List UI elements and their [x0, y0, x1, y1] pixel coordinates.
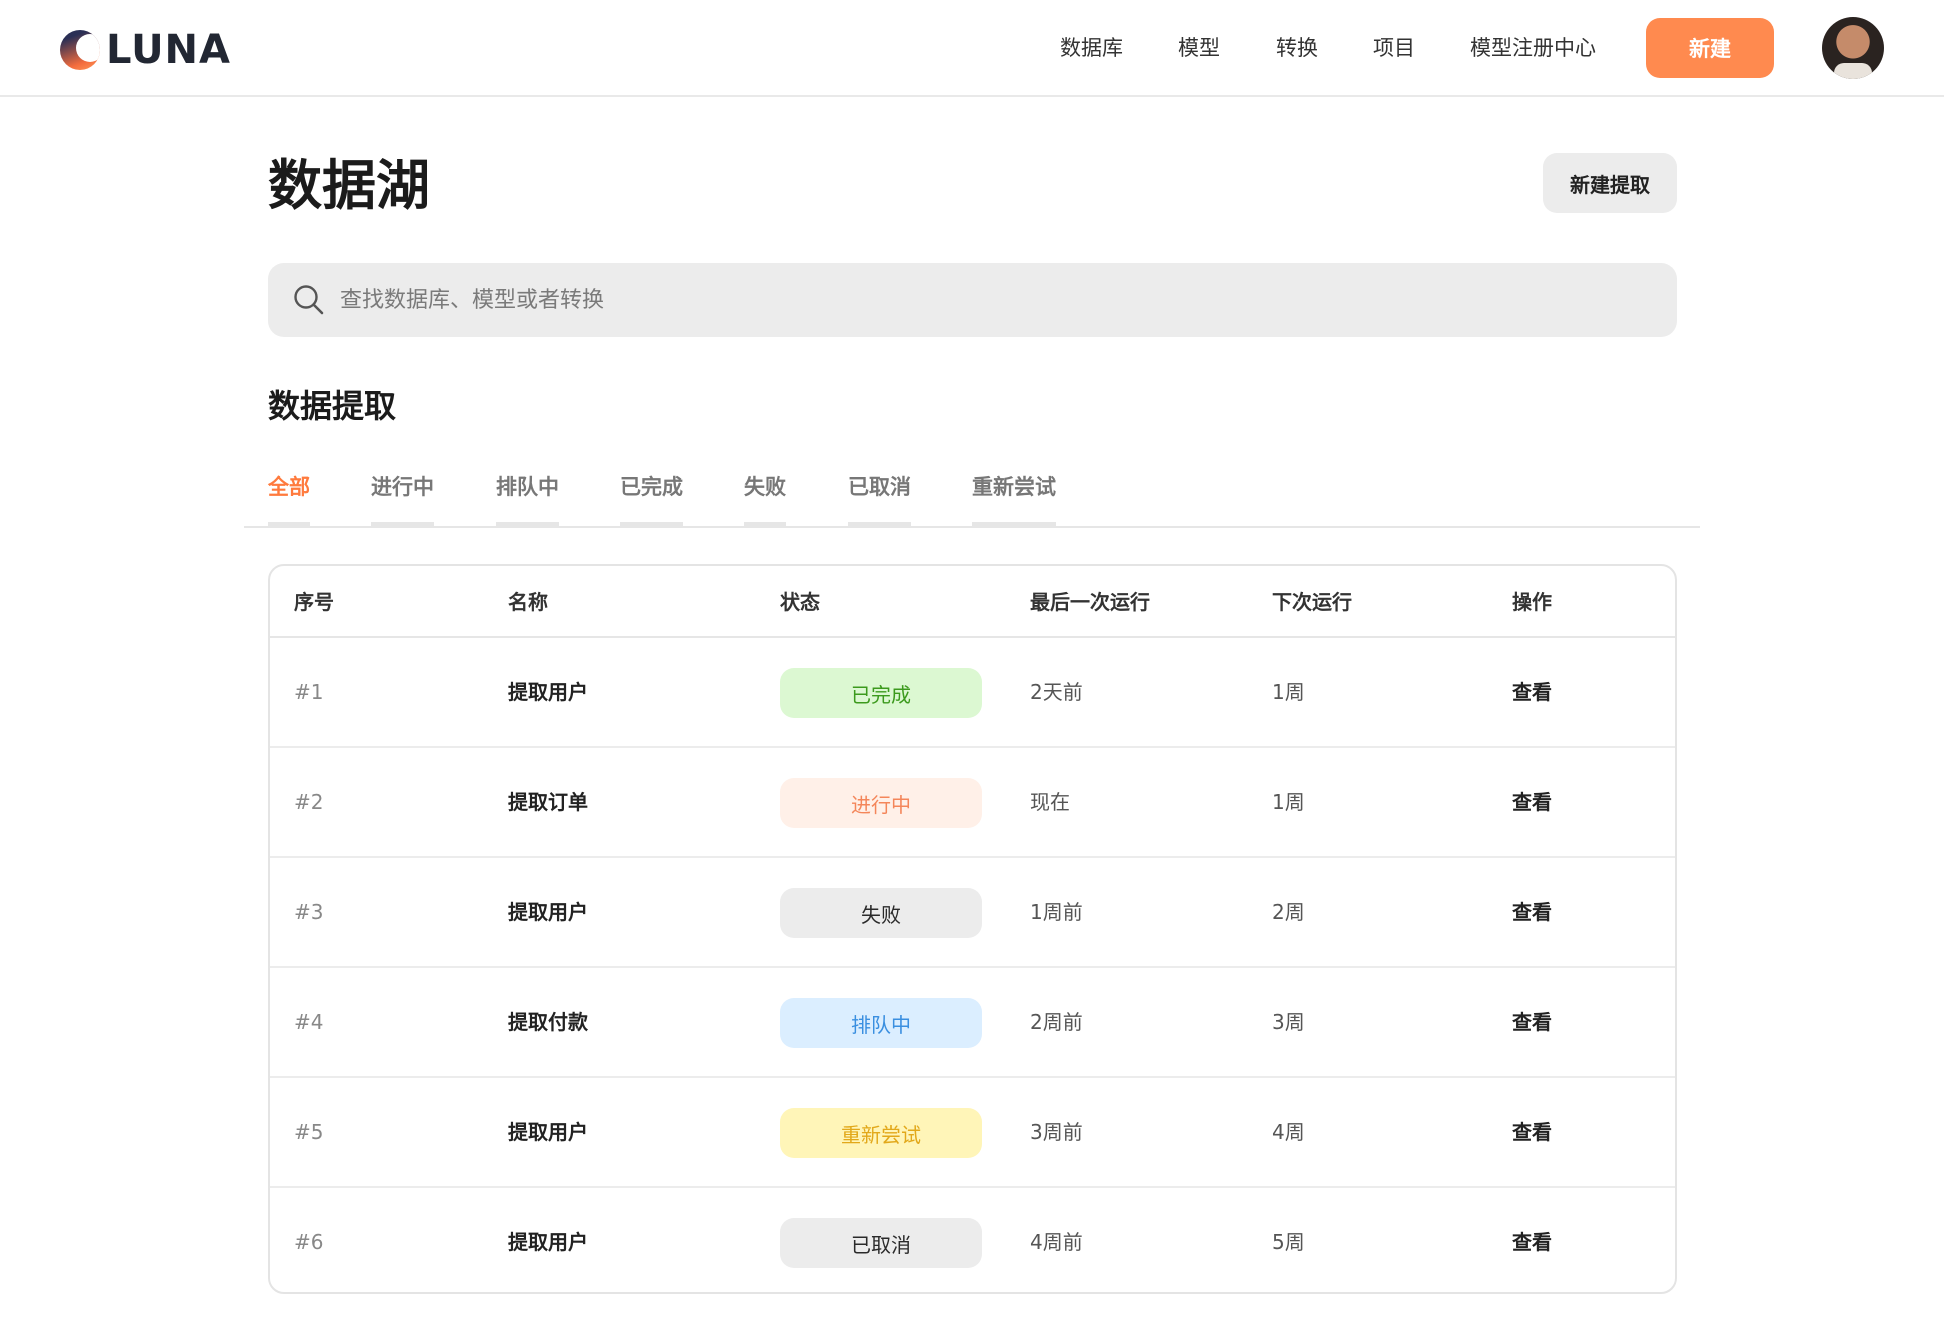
row-last-run: 2周前	[1030, 1010, 1083, 1034]
search-icon	[294, 285, 324, 315]
tab-cancelled[interactable]: 已取消	[848, 470, 911, 526]
row-index: #5	[294, 1120, 324, 1144]
row-index: #4	[294, 1010, 324, 1034]
status-badge: 进行中	[780, 778, 982, 828]
tab-label: 进行中	[371, 475, 434, 499]
column-header-index: 序号	[294, 590, 334, 614]
tab-underline	[371, 522, 434, 526]
search-input[interactable]	[340, 263, 1640, 337]
row-last-run: 2天前	[1030, 680, 1083, 704]
table-row: #1 提取用户 已完成 2天前 1周 查看	[270, 638, 1675, 748]
column-header-actions: 操作	[1512, 590, 1552, 614]
nav-item-databases[interactable]: 数据库	[1060, 30, 1123, 66]
brand-name: LUNA	[106, 27, 231, 73]
status-badge: 排队中	[780, 998, 982, 1048]
row-last-run: 现在	[1030, 790, 1070, 814]
row-name: 提取用户	[508, 680, 588, 704]
view-link[interactable]: 查看	[1512, 1008, 1552, 1036]
row-name: 提取订单	[508, 790, 588, 814]
row-last-run: 4周前	[1030, 1230, 1083, 1254]
tab-underline	[496, 522, 559, 526]
view-link[interactable]: 查看	[1512, 678, 1552, 706]
nav-item-projects[interactable]: 项目	[1373, 30, 1415, 66]
status-badge: 重新尝试	[780, 1108, 982, 1158]
row-index: #6	[294, 1230, 324, 1254]
tab-underline	[620, 522, 683, 526]
column-header-next-run: 下次运行	[1272, 590, 1352, 614]
table-row: #2 提取订单 进行中 现在 1周 查看	[270, 748, 1675, 858]
view-link[interactable]: 查看	[1512, 1228, 1552, 1256]
view-link[interactable]: 查看	[1512, 1118, 1552, 1146]
row-next-run: 3周	[1272, 1010, 1305, 1034]
tab-label: 已完成	[620, 475, 683, 499]
tabs-divider	[244, 526, 1700, 528]
nav-item-model-registry[interactable]: 模型注册中心	[1470, 30, 1596, 66]
tab-failed[interactable]: 失败	[744, 470, 786, 526]
table-row: #3 提取用户 失败 1周前 2周 查看	[270, 858, 1675, 968]
row-name: 提取用户	[508, 900, 588, 924]
row-index: #1	[294, 680, 324, 704]
status-badge: 已取消	[780, 1218, 982, 1268]
logo-mark-icon	[60, 30, 100, 70]
table-row: #6 提取用户 已取消 4周前 5周 查看	[270, 1188, 1675, 1292]
tab-label: 全部	[268, 475, 310, 499]
tab-label: 重新尝试	[972, 475, 1056, 499]
tab-label: 失败	[744, 475, 786, 499]
tab-queued[interactable]: 排队中	[496, 470, 559, 526]
new-extract-button[interactable]: 新建提取	[1543, 153, 1677, 213]
status-badge: 失败	[780, 888, 982, 938]
section-title: 数据提取	[268, 387, 397, 425]
search-bar	[268, 263, 1677, 337]
row-next-run: 4周	[1272, 1120, 1305, 1144]
table-row: #4 提取付款 排队中 2周前 3周 查看	[270, 968, 1675, 1078]
row-last-run: 1周前	[1030, 900, 1083, 924]
table-row: #5 提取用户 重新尝试 3周前 4周 查看	[270, 1078, 1675, 1188]
column-header-last-run: 最后一次运行	[1030, 590, 1150, 614]
tab-label: 排队中	[496, 475, 559, 499]
row-index: #2	[294, 790, 324, 814]
tab-running[interactable]: 进行中	[371, 470, 434, 526]
tab-underline	[268, 522, 310, 526]
extracts-table: 序号 名称 状态 最后一次运行 下次运行 操作 #1 提取用户 已完成 2天前 …	[268, 564, 1677, 1294]
row-next-run: 2周	[1272, 900, 1305, 924]
tab-retry[interactable]: 重新尝试	[972, 470, 1056, 526]
tab-underline	[848, 522, 911, 526]
nav-item-transforms[interactable]: 转换	[1276, 30, 1318, 66]
row-name: 提取用户	[508, 1120, 588, 1144]
tab-label: 已取消	[848, 475, 911, 499]
row-name: 提取用户	[508, 1230, 588, 1254]
row-index: #3	[294, 900, 324, 924]
row-name: 提取付款	[508, 1010, 588, 1034]
new-button[interactable]: 新建	[1646, 18, 1774, 78]
row-next-run: 1周	[1272, 790, 1305, 814]
view-link[interactable]: 查看	[1512, 898, 1552, 926]
view-link[interactable]: 查看	[1512, 788, 1552, 816]
page-title: 数据湖	[268, 154, 430, 217]
brand-logo[interactable]: LUNA	[60, 28, 231, 72]
top-navbar: LUNA 数据库 模型 转换 项目 模型注册中心 新建	[0, 0, 1944, 97]
column-header-name: 名称	[508, 590, 548, 614]
table-header: 序号 名称 状态 最后一次运行 下次运行 操作	[270, 566, 1675, 638]
tab-underline	[744, 522, 786, 526]
tab-underline	[972, 522, 1056, 526]
avatar[interactable]	[1822, 17, 1884, 79]
tab-all[interactable]: 全部	[268, 470, 310, 526]
row-next-run: 5周	[1272, 1230, 1305, 1254]
status-badge: 已完成	[780, 668, 982, 718]
row-last-run: 3周前	[1030, 1120, 1083, 1144]
row-next-run: 1周	[1272, 680, 1305, 704]
column-header-status: 状态	[780, 590, 820, 614]
tab-completed[interactable]: 已完成	[620, 470, 683, 526]
nav-item-models[interactable]: 模型	[1178, 30, 1220, 66]
